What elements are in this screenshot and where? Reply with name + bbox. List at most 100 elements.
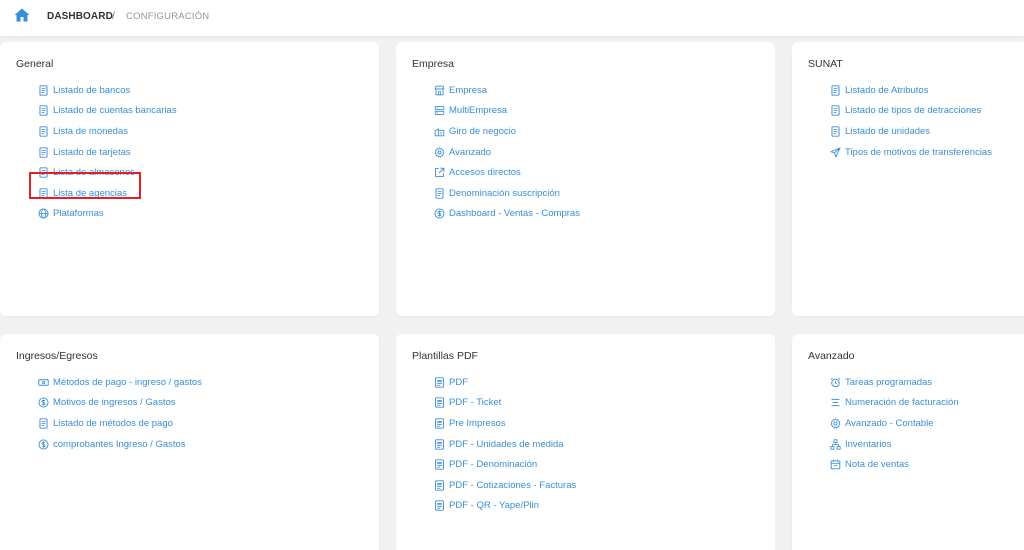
highlight-box [29,172,141,199]
dollar-circle-icon [434,208,445,219]
menu-item-listado-de-cuentas-bancarias[interactable]: Listado de cuentas bancarias [38,101,177,122]
menu-item-label: PDF - Ticket [449,397,502,409]
menu-item-listado-de-atributos[interactable]: Listado de Atributos [830,80,992,101]
gear-icon [830,418,841,429]
card-item-list: Listado de Atributos Listado de tipos de … [830,80,992,162]
menu-item-empresa[interactable]: Empresa [434,80,580,101]
dollar-circle-icon [38,397,49,408]
menu-item-accesos-directos[interactable]: Accesos directos [434,162,580,183]
card-item-list: Métodos de pago - ingreso / gastos Motivo… [38,372,202,454]
menu-item-pdf-denominacion[interactable]: PDF - Denominación [434,454,576,475]
alarm-clock-icon [830,377,841,388]
menu-item-listado-de-tipos-de-detracciones[interactable]: Listado de tipos de detracciones [830,101,992,122]
menu-item-label: comprobantes Ingreso / Gastos [53,438,186,450]
menu-item-label: Listado de métodos de pago [53,417,173,429]
menu-item-pdf-ticket[interactable]: PDF - Ticket [434,393,576,414]
menu-item-pdf[interactable]: PDF [434,372,576,393]
menu-item-label: PDF - Denominación [449,459,538,471]
document-icon [39,146,48,158]
menu-item-denominacion-suscripcion[interactable]: Denominación suscripción [434,183,580,204]
menu-item-plataformas[interactable]: Plataformas [38,204,177,225]
card-item-list: Empresa MultiEmpresa Giro de negocio Avanza… [434,80,580,224]
card-avanzado: Avanzado Tareas programadas Numeración de… [792,334,1024,550]
list-icon [831,399,840,407]
hierarchy-icon [830,438,841,450]
calendar-icon [830,459,841,470]
building-icon [434,127,445,137]
menu-item-metodos-de-pago-ingreso-gastos[interactable]: Métodos de pago - ingreso / gastos [38,372,202,393]
menu-item-tipos-de-motivos-de-transferencias[interactable]: Tipos de motivos de transferencias [830,142,992,163]
menu-item-lista-de-monedas[interactable]: Lista de monedas [38,121,177,142]
card-title: General [16,58,54,70]
menu-item-pdf-qr-yape-plin[interactable]: PDF - QR - Yape/Plin [434,496,576,517]
pdf-file-icon [435,397,444,409]
menu-item-nota-de-ventas[interactable]: Nota de ventas [830,454,959,475]
cash-icon [38,379,49,386]
menu-item-label: PDF - Cotizaciones - Facturas [449,479,577,491]
menu-item-label: Inventarios [845,438,892,450]
menu-item-listado-de-metodos-de-pago[interactable]: Listado de métodos de pago [38,413,202,434]
document-icon [435,188,444,199]
gear-icon [434,146,445,158]
card-title: Plantillas PDF [412,350,478,362]
card-item-list: Listado de bancos Listado de cuentas banc… [38,80,177,224]
menu-item-label: PDF - QR - Yape/Plin [449,500,539,512]
breadcrumb-current: CONFIGURACIÓN [126,11,210,22]
card-title: Empresa [412,58,455,70]
menu-item-label: Dashboard - Ventas - Compras [449,208,580,220]
store-icon [434,85,445,96]
menu-item-giro-de-negocio[interactable]: Giro de negocio [434,121,580,142]
document-icon [39,418,48,429]
menu-item-listado-de-unidades[interactable]: Listado de unidades [830,121,992,142]
menu-item-motivos-de-ingresos-gastos[interactable]: Motivos de ingresos / Gastos [38,393,202,414]
menu-item-avanzado[interactable]: Avanzado [434,142,580,163]
menu-item-label: Motivos de ingresos / Gastos [53,397,176,409]
menu-item-label: Listado de Atributos [845,84,929,96]
menu-item-comprobantes-ingreso-gastos[interactable]: comprobantes Ingreso / Gastos [38,434,202,455]
menu-item-pdf-cotizaciones-facturas[interactable]: PDF - Cotizaciones - Facturas [434,475,576,496]
card-item-list: PDF PDF - Ticket Pre Impresos PDF - Unidade… [434,372,576,516]
document-icon [39,85,48,96]
send-icon [830,147,841,157]
menu-item-label: Tipos de motivos de transferencias [845,146,992,158]
menu-item-label: Numeración de facturación [845,397,959,409]
menu-item-label: Pre Impresos [449,417,506,429]
card-sunat: SUNAT Listado de Atributos Listado de tip… [792,42,1024,316]
menu-item-avanzado-contable[interactable]: Avanzado - Contable [830,413,959,434]
menu-item-label: MultiEmpresa [449,105,508,117]
card-title: Ingresos/Egresos [16,350,98,362]
pdf-file-icon [435,377,444,388]
pdf-file-icon [435,480,444,491]
menu-item-label: Denominación suscripción [449,187,560,199]
menu-item-dashboard-ventas-compras[interactable]: Dashboard - Ventas - Compras [434,204,580,225]
dollar-circle-icon [38,439,49,450]
menu-item-label: Listado de tipos de detracciones [845,105,982,117]
menu-item-tareas-programadas[interactable]: Tareas programadas [830,372,959,393]
document-icon [39,126,48,137]
home-icon[interactable] [14,8,30,22]
menu-item-label: Tareas programadas [845,376,933,388]
menu-item-label: Listado de unidades [845,125,931,137]
breadcrumb-separator: / [112,11,115,22]
menu-item-label: PDF - Unidades de medida [449,438,564,450]
menu-item-label: Lista de monedas [53,125,128,137]
menu-item-label: Nota de ventas [845,459,909,471]
menu-item-label: Listado de bancos [53,84,131,96]
menu-item-label: Métodos de pago - ingreso / gastos [53,376,202,388]
menu-item-pdf-unidades-de-medida[interactable]: PDF - Unidades de medida [434,434,576,455]
menu-item-label: Avanzado [449,146,492,158]
menu-item-inventarios[interactable]: Inventarios [830,434,959,455]
menu-item-label: Accesos directos [449,167,521,179]
menu-item-pre-impresos[interactable]: Pre Impresos [434,413,576,434]
menu-item-numeracion-de-facturacion[interactable]: Numeración de facturación [830,393,959,414]
menu-item-listado-de-bancos[interactable]: Listado de bancos [38,80,177,101]
menu-item-label: Empresa [449,84,488,96]
server-icon [434,106,445,116]
pdf-file-icon [435,500,444,512]
document-icon [39,105,48,117]
document-icon [831,126,840,137]
breadcrumb-dashboard[interactable]: DASHBOARD [47,11,113,22]
menu-item-multiempresa[interactable]: MultiEmpresa [434,101,580,122]
menu-item-label: Avanzado - Contable [845,417,934,429]
menu-item-listado-de-tarjetas[interactable]: Listado de tarjetas [38,142,177,163]
